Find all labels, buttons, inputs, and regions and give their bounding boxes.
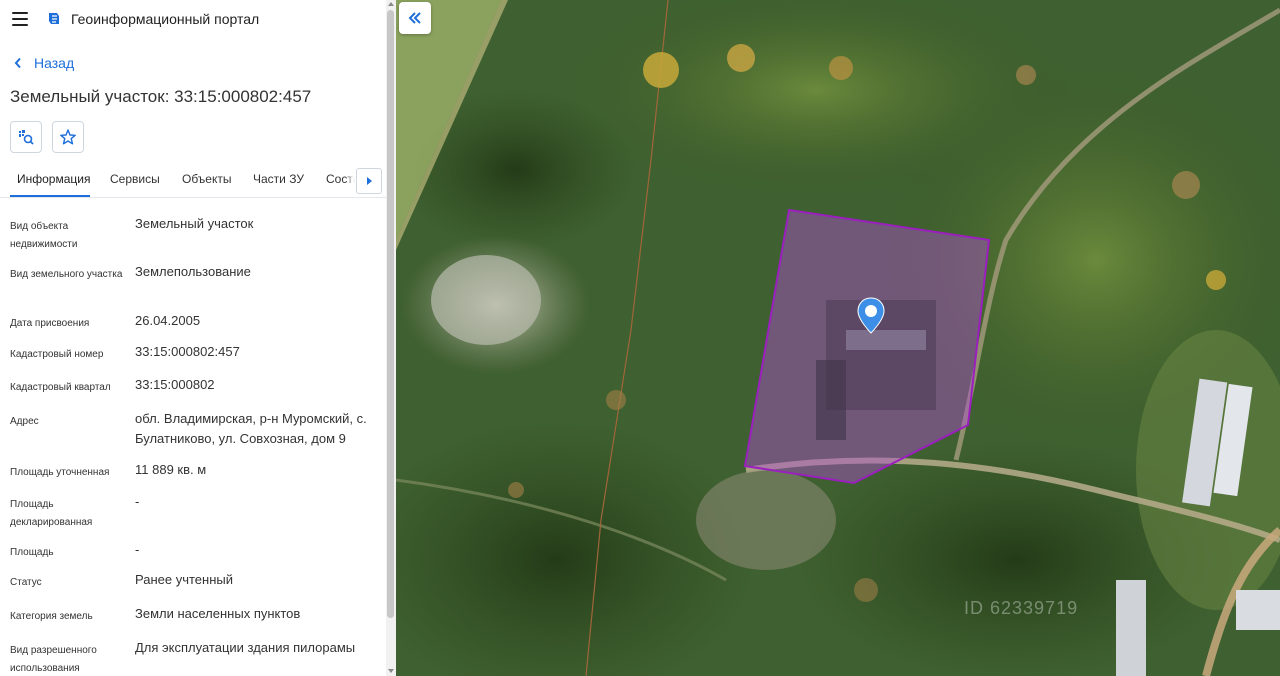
property-label: Статус: [10, 577, 42, 588]
tab-services[interactable]: Сервисы: [110, 172, 160, 186]
chevron-left-icon: [14, 57, 21, 69]
favorite-button[interactable]: [52, 121, 84, 153]
property-value: Землепользование: [135, 264, 251, 279]
property-label: Площадь уточненная: [10, 467, 110, 478]
tab-objects[interactable]: Объекты: [182, 172, 232, 186]
tab-parcel-parts[interactable]: Части ЗУ: [253, 172, 304, 186]
tab-bar: Информация Сервисы Объекты Части ЗУ Сост…: [0, 162, 386, 198]
collapse-panel-button[interactable]: [399, 2, 431, 34]
property-value: 26.04.2005: [135, 313, 201, 328]
back-link[interactable]: Назад: [14, 55, 74, 71]
tab-composition[interactable]: Соста: [326, 172, 359, 186]
property-label: Кадастровый номер: [10, 349, 104, 360]
satellite-map[interactable]: ID 62339719: [396, 0, 1280, 676]
page-title: Земельный участок: 33:15:000802:457: [10, 87, 312, 106]
property-label: Кадастровый квартал: [10, 382, 111, 393]
property-label: Вид объекта недвижимости: [10, 221, 78, 250]
star-icon: [60, 129, 76, 145]
tab-information[interactable]: Информация: [17, 172, 90, 186]
scroll-up-icon[interactable]: [388, 2, 394, 6]
property-value: Земельный участок: [135, 216, 254, 231]
scroll-down-icon[interactable]: [388, 669, 394, 673]
property-value: 33:15:000802:457: [135, 344, 240, 359]
scroll-thumb[interactable]: [387, 10, 394, 618]
menu-icon[interactable]: [12, 12, 28, 26]
property-value: -: [135, 494, 140, 509]
back-label: Назад: [34, 55, 75, 71]
map-search-icon: [19, 130, 34, 145]
property-value: Ранее учтенный: [135, 572, 233, 587]
tabs-scroll-right-button[interactable]: [356, 168, 382, 194]
panel-scrollbar[interactable]: [386, 0, 396, 676]
app-title: Геоинформационный портал: [71, 11, 260, 27]
double-chevron-left-icon: [408, 12, 421, 24]
app-header: Геоинформационный портал: [0, 0, 386, 40]
property-label: Дата присвоения: [10, 318, 90, 329]
active-tab-indicator: [10, 195, 90, 197]
portal-logo-icon: [49, 13, 59, 24]
property-label: Площадь декларированная: [10, 499, 93, 528]
info-panel: Геоинформационный портал Назад Земельный…: [0, 0, 396, 676]
locate-on-map-button[interactable]: [10, 121, 42, 153]
property-label: Вид земельного участка: [10, 269, 123, 280]
property-value: 33:15:000802: [135, 377, 215, 392]
property-label: Категория земель: [10, 611, 93, 622]
property-label: Адрес: [10, 416, 39, 427]
property-value: 11 889 кв. м: [135, 462, 207, 477]
watermark-id: ID 62339719: [964, 598, 1079, 618]
map-pin-icon[interactable]: [856, 297, 886, 335]
property-label: Вид разрешенного использования: [10, 645, 97, 674]
property-value: -: [135, 542, 140, 557]
property-label: Площадь: [10, 547, 54, 558]
property-value: Земли населенных пунктов: [135, 606, 301, 621]
property-value: обл. Владимирская, р-н Муромский, с. Бул…: [135, 411, 367, 446]
chevron-right-icon: [366, 177, 372, 185]
satellite-imagery: [396, 0, 1280, 676]
property-value: Для эксплуатации здания пилорамы: [135, 640, 356, 655]
